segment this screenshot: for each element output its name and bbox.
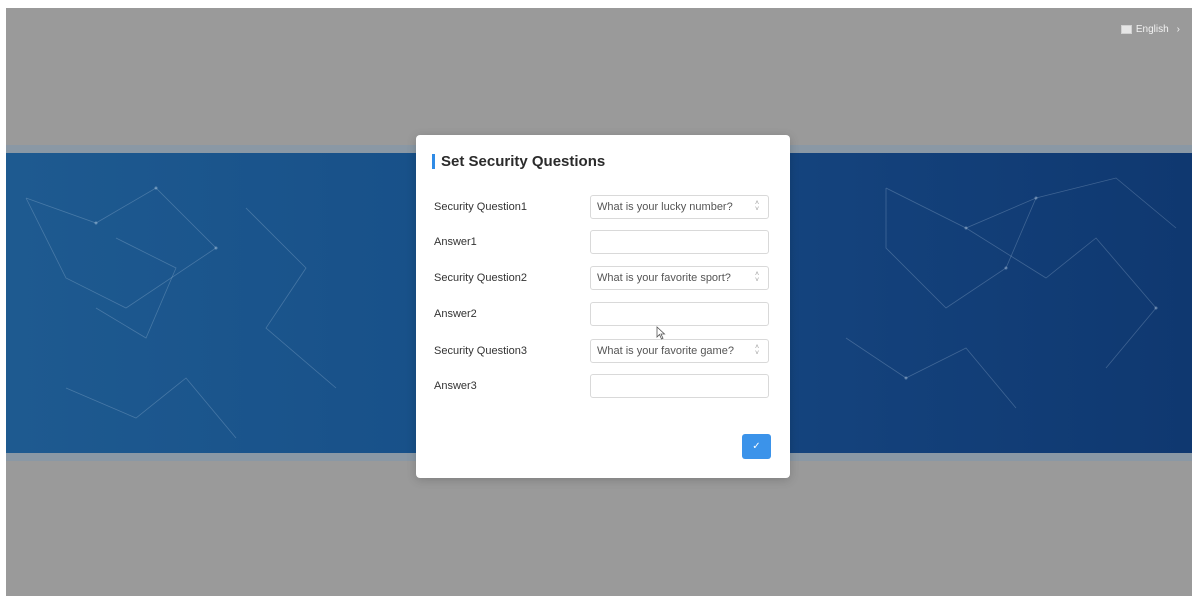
security-question-2-label: Security Question2 bbox=[434, 272, 527, 284]
language-label: English bbox=[1135, 24, 1169, 35]
security-question-2-row: Security Question2 What is your favorite… bbox=[434, 266, 774, 292]
security-question-2-value: What is your favorite sport? bbox=[597, 272, 731, 284]
mouse-cursor-icon bbox=[656, 326, 666, 340]
select-arrows-icon: ˄ ˅ bbox=[754, 200, 760, 213]
answer-3-label: Answer3 bbox=[434, 380, 477, 392]
check-icon: ✓ bbox=[752, 441, 761, 452]
select-arrows-icon: ˄ ˅ bbox=[754, 271, 760, 284]
security-question-1-row: Security Question1 What is your lucky nu… bbox=[434, 195, 774, 221]
answer-3-row: Answer3 bbox=[434, 374, 774, 400]
dialog-title: Set Security Questions bbox=[432, 153, 605, 170]
security-question-3-value: What is your favorite game? bbox=[597, 345, 734, 357]
select-arrows-icon: ˄ ˅ bbox=[754, 344, 760, 357]
login-screen: English › Set Security Questions Securit… bbox=[0, 0, 1198, 598]
flag-icon bbox=[1120, 25, 1132, 34]
dialog-title-text: Set Security Questions bbox=[441, 153, 606, 170]
answer-3-input[interactable] bbox=[590, 374, 769, 398]
answer-2-label: Answer2 bbox=[434, 308, 477, 320]
answer-1-label: Answer1 bbox=[434, 236, 477, 248]
language-selector[interactable]: English › bbox=[1120, 24, 1180, 35]
title-accent-bar bbox=[432, 154, 435, 169]
answer-1-row: Answer1 bbox=[434, 230, 774, 256]
security-question-3-label: Security Question3 bbox=[434, 345, 527, 357]
security-question-3-select[interactable]: What is your favorite game? ˄ ˅ bbox=[590, 339, 769, 363]
security-question-1-label: Security Question1 bbox=[434, 201, 527, 213]
security-question-1-select[interactable]: What is your lucky number? ˄ ˅ bbox=[590, 195, 769, 219]
answer-2-row: Answer2 bbox=[434, 302, 774, 328]
answer-1-input[interactable] bbox=[590, 230, 769, 254]
confirm-button[interactable]: ✓ bbox=[742, 434, 771, 459]
security-question-1-value: What is your lucky number? bbox=[597, 201, 733, 213]
security-questions-dialog: Set Security Questions Security Question… bbox=[416, 135, 790, 478]
security-question-2-select[interactable]: What is your favorite sport? ˄ ˅ bbox=[590, 266, 769, 290]
security-question-3-row: Security Question3 What is your favorite… bbox=[434, 339, 774, 365]
chevron-right-icon: › bbox=[1176, 24, 1180, 35]
answer-2-input[interactable] bbox=[590, 302, 769, 326]
